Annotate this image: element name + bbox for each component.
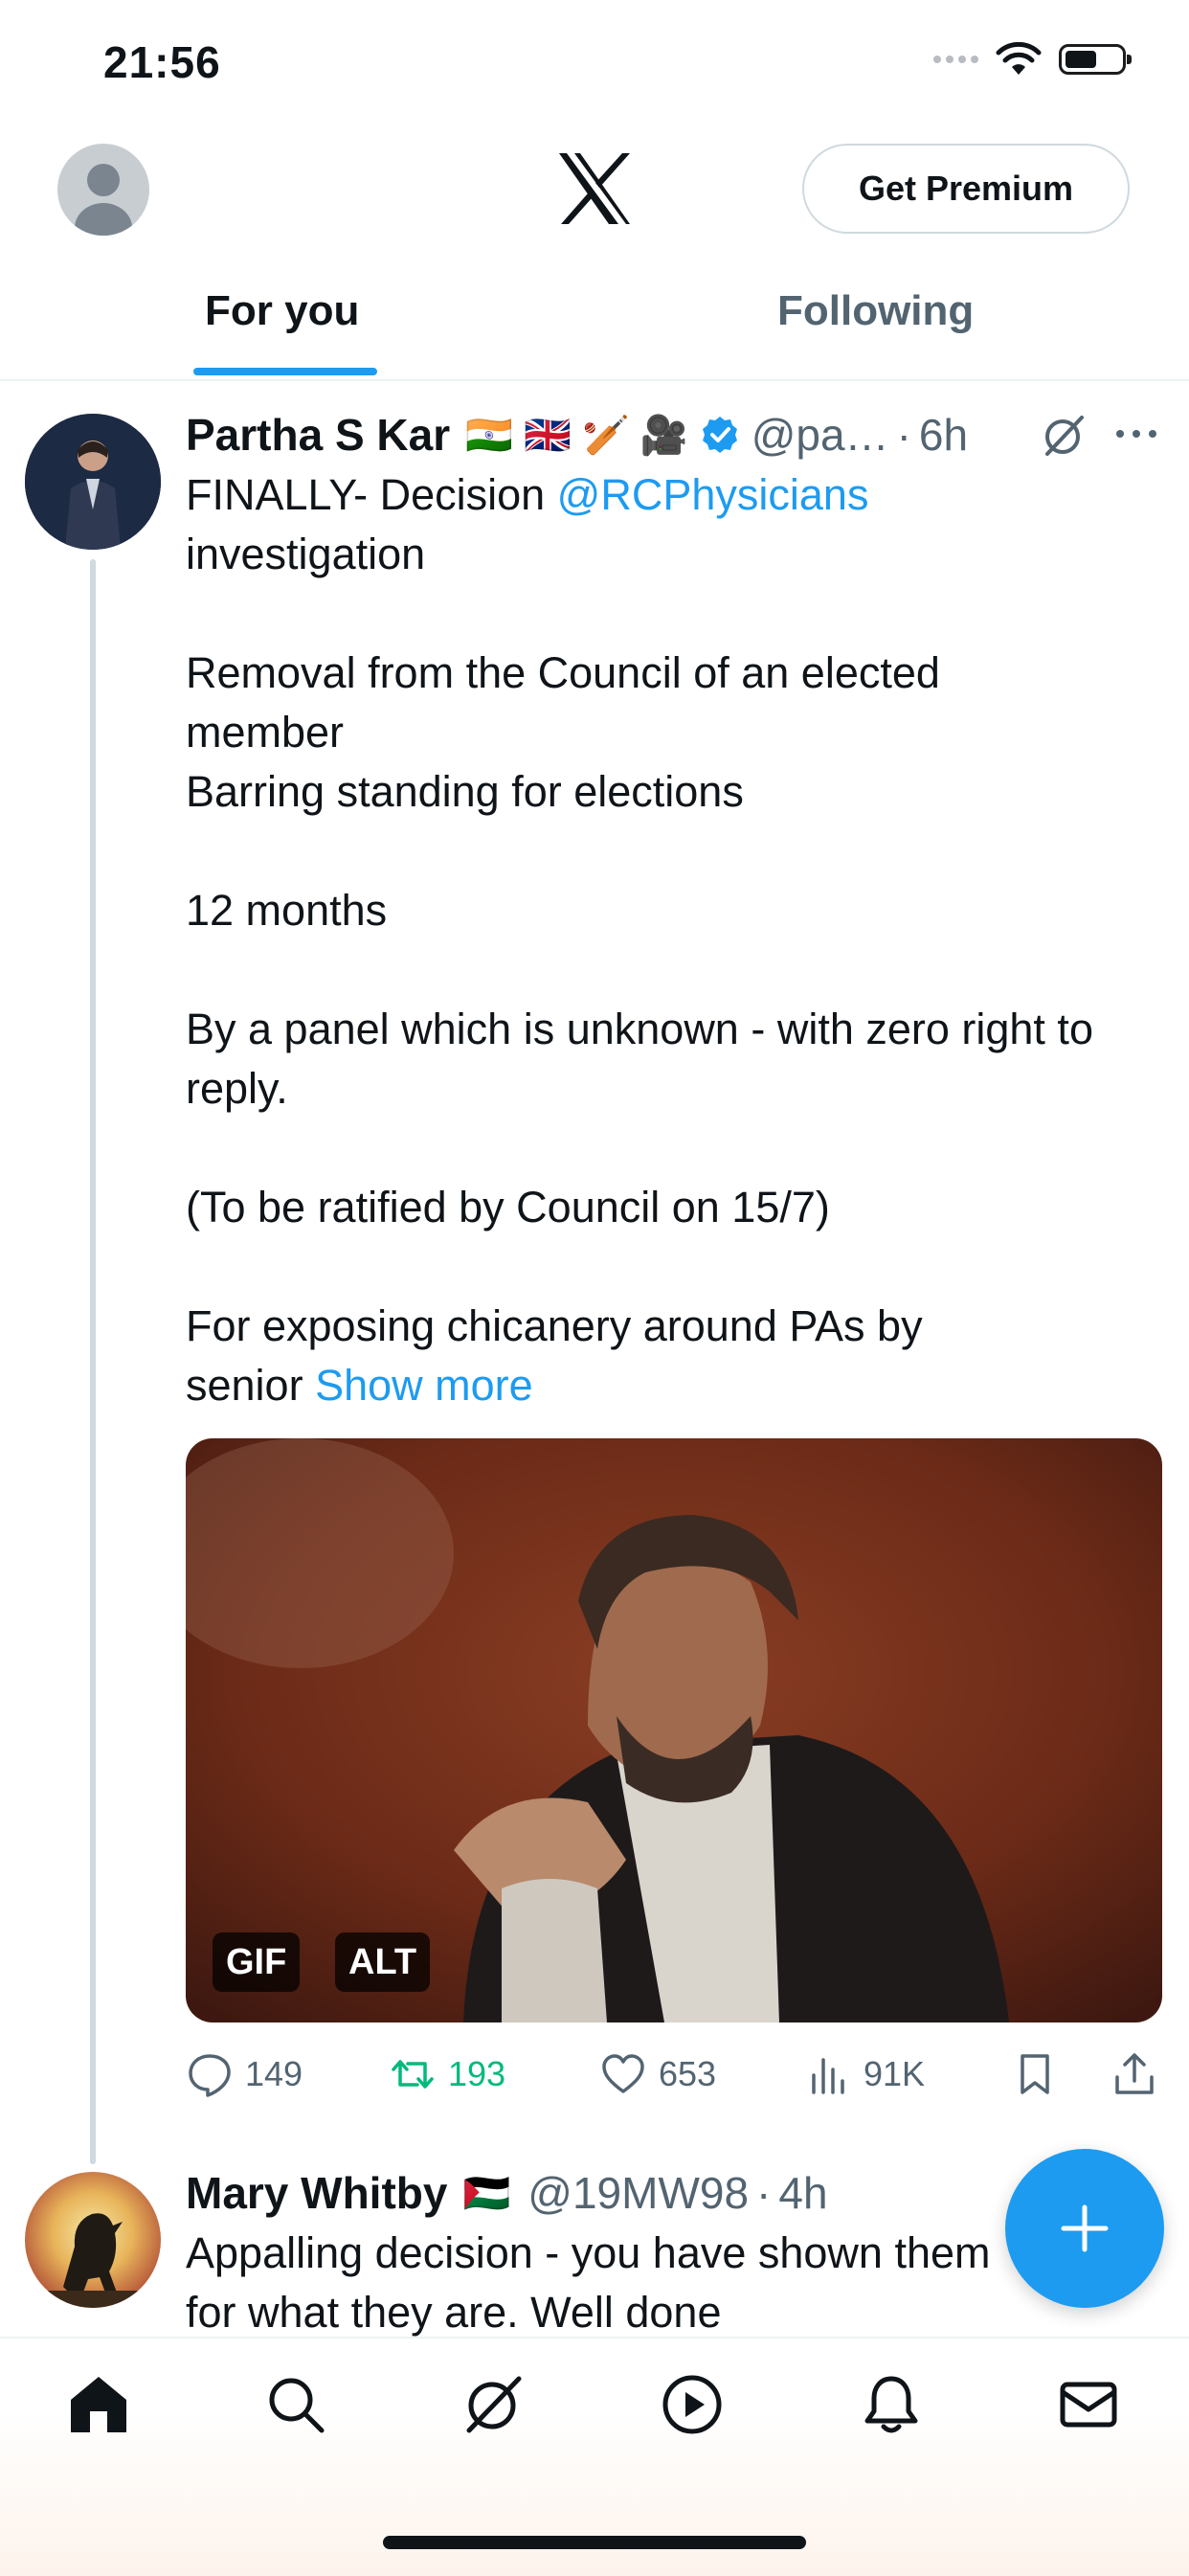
- tweet-text-line: 12 months: [186, 886, 388, 935]
- video-icon[interactable]: [659, 2371, 726, 2438]
- heart-icon: [602, 2054, 644, 2093]
- plus-icon: [1061, 2204, 1109, 2252]
- like-button[interactable]: 653: [599, 2045, 716, 2103]
- like-count: 653: [659, 2054, 717, 2093]
- reply-icon: [189, 2054, 231, 2097]
- tweet-author-avatar[interactable]: [25, 2172, 161, 2308]
- views-icon: [812, 2058, 844, 2094]
- tweet-text: Appalling decision - you have shown them…: [186, 2224, 1009, 2339]
- x-logo-icon[interactable]: [555, 151, 634, 226]
- grok-icon[interactable]: [1040, 412, 1088, 460]
- view-count: 91K: [864, 2054, 926, 2093]
- tweet-text-line: For exposing chicanery around PAs by: [186, 1301, 923, 1350]
- status-time: 21:56: [103, 37, 221, 87]
- compose-button[interactable]: [1005, 2149, 1164, 2308]
- mention-link[interactable]: @RCPhysicians: [557, 470, 869, 519]
- gif-badge: GIF: [213, 1932, 301, 1992]
- share-icon: [1115, 2053, 1154, 2094]
- signal-icon: [933, 56, 978, 63]
- tweet-text-line: By a panel which is unknown - with zero …: [186, 1005, 1093, 1053]
- author-emojis: 🇮🇳 🇬🇧 🏏 🎥: [465, 414, 688, 457]
- more-options-icon[interactable]: [1112, 419, 1160, 448]
- share-button[interactable]: [1110, 2045, 1158, 2103]
- tweet-header: Mary Whitby 🇵🇸 @19MW98 · 4h: [186, 2162, 828, 2224]
- author-name[interactable]: Partha S Kar: [186, 409, 450, 461]
- bookmark-icon: [1021, 2054, 1049, 2094]
- alt-badge[interactable]: ALT: [335, 1932, 431, 1992]
- author-handle[interactable]: @pa…: [752, 409, 889, 461]
- tweet-text: FINALLY- Decision @RCPhysicians investig…: [186, 465, 1181, 1415]
- tab-following[interactable]: Following: [777, 287, 974, 335]
- repost-icon: [392, 2060, 434, 2089]
- thread-line: [90, 559, 96, 2164]
- tweet-text-line: FINALLY- Decision: [186, 470, 557, 519]
- tweet-text-line: Removal from the Council of an elected: [186, 648, 940, 697]
- separator-dot: ·: [896, 410, 911, 460]
- tweet-text-line: investigation: [186, 530, 426, 578]
- get-premium-button[interactable]: Get Premium: [802, 144, 1130, 234]
- grok-icon[interactable]: [460, 2371, 527, 2438]
- battery-icon: [1059, 44, 1132, 75]
- separator-dot: ·: [756, 2168, 772, 2218]
- tweet-gif-media[interactable]: [186, 1438, 1162, 2022]
- repost-button[interactable]: 193: [389, 2045, 505, 2103]
- wifi-icon: [996, 42, 1042, 75]
- messages-icon[interactable]: [1055, 2371, 1122, 2438]
- notifications-icon[interactable]: [858, 2371, 925, 2438]
- author-emojis: 🇵🇸: [462, 2172, 511, 2215]
- search-icon[interactable]: [262, 2371, 329, 2438]
- bookmark-button[interactable]: [1011, 2045, 1059, 2103]
- tweet-text-line: (To be ratified by Council on 15/7): [186, 1183, 830, 1232]
- reply-button[interactable]: 149: [186, 2045, 303, 2103]
- tweet-text-line: for what they are. Well done: [186, 2288, 722, 2337]
- status-icons: [933, 42, 1132, 77]
- home-indicator[interactable]: [383, 2536, 806, 2549]
- tweet-author-avatar[interactable]: [25, 414, 161, 550]
- profile-avatar[interactable]: [57, 144, 149, 236]
- tweet-header: Partha S Kar 🇮🇳 🇬🇧 🏏 🎥 @pa… · 6h: [186, 406, 968, 463]
- tabs-divider: [0, 379, 1189, 381]
- tweet-text-line: Appalling decision - you have shown them: [186, 2228, 991, 2277]
- author-name[interactable]: Mary Whitby: [186, 2167, 447, 2219]
- repost-count: 193: [448, 2054, 506, 2093]
- show-more-link[interactable]: Show more: [315, 1361, 533, 1410]
- reply-count: 149: [245, 2054, 303, 2093]
- tweet-text-line: Barring standing for elections: [186, 767, 744, 816]
- tab-for-you[interactable]: For you: [205, 287, 359, 335]
- verified-badge-icon: [702, 417, 737, 453]
- active-tab-indicator: [193, 368, 377, 375]
- tweet-text-line: senior: [186, 1361, 316, 1410]
- tweet-text-line: member: [186, 708, 345, 757]
- tweet-text-line: reply.: [186, 1064, 288, 1113]
- tweet-time[interactable]: 4h: [778, 2167, 827, 2219]
- default-avatar-icon: [75, 164, 132, 236]
- tweet-time[interactable]: 6h: [919, 409, 968, 461]
- home-icon[interactable]: [65, 2371, 132, 2438]
- views-button[interactable]: 91K: [804, 2045, 925, 2103]
- author-handle[interactable]: @19MW98: [527, 2167, 749, 2219]
